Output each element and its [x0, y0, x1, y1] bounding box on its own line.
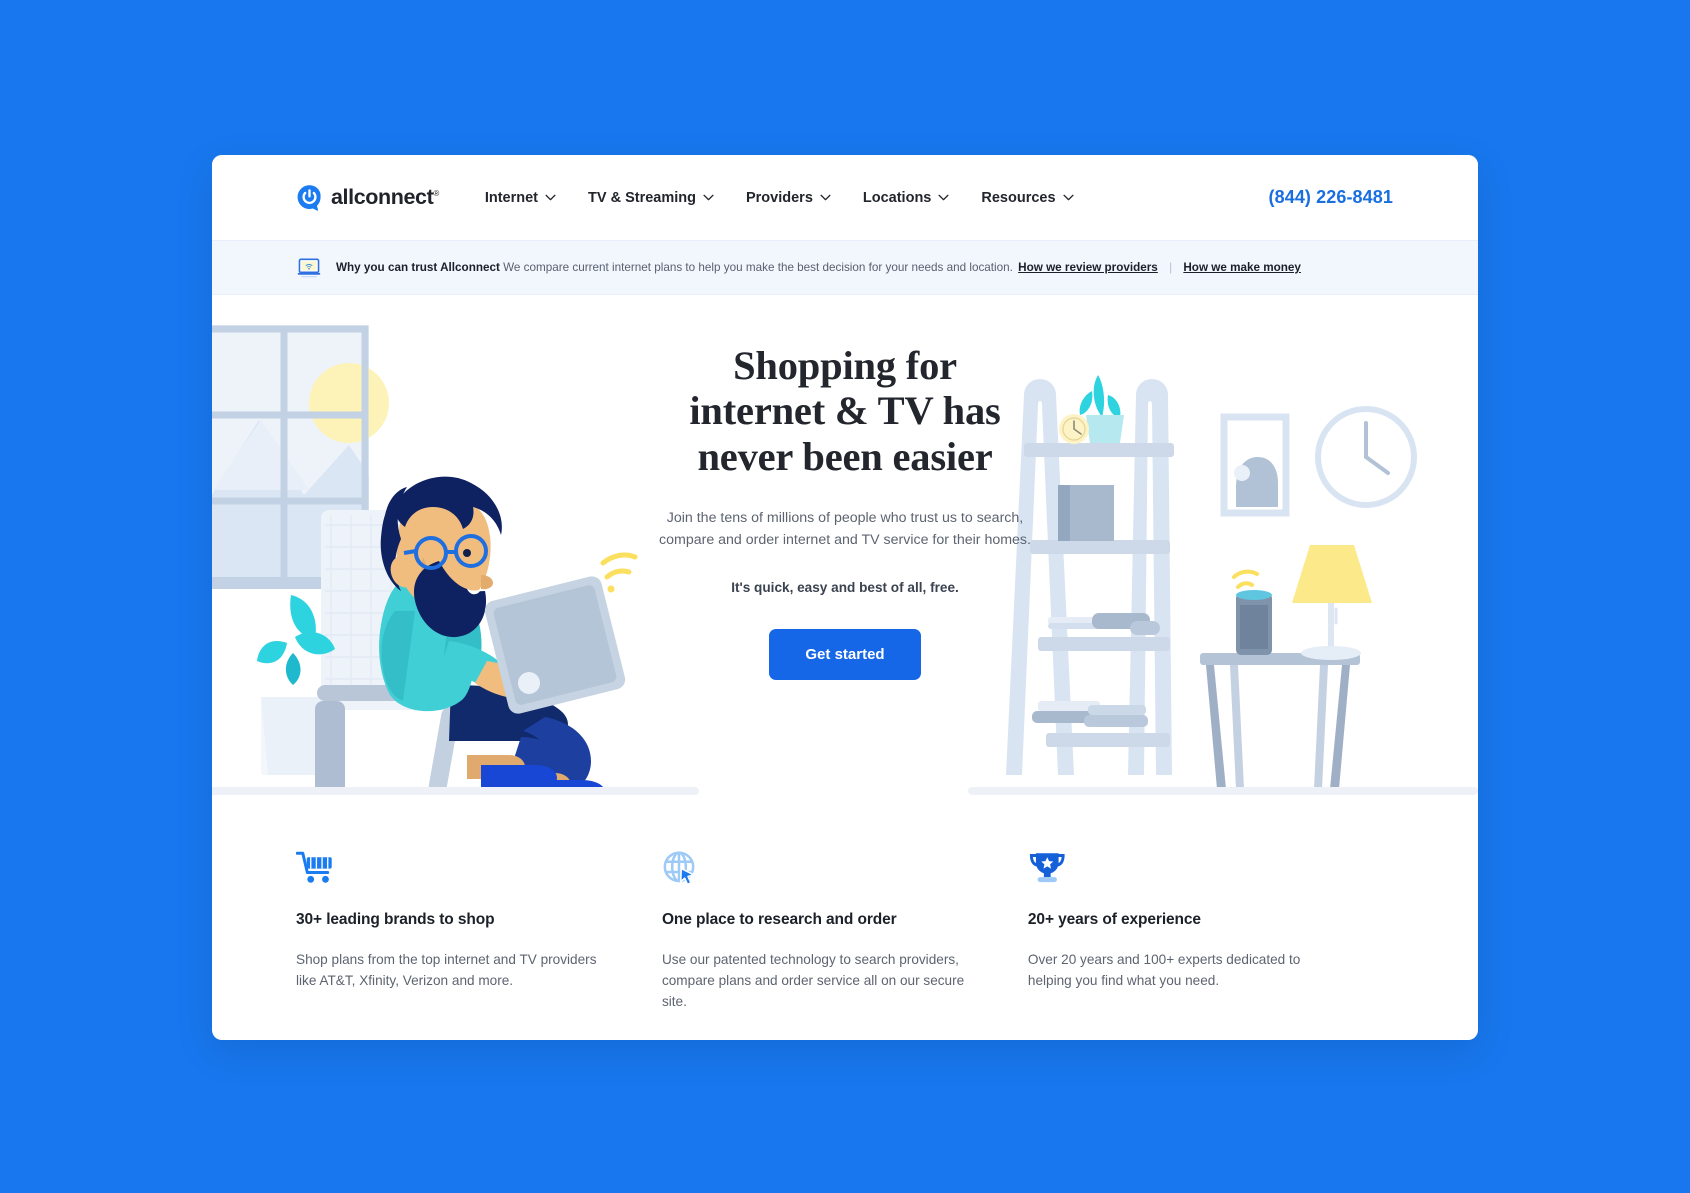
nav-item-locations[interactable]: Locations [847, 190, 965, 206]
side-table [1200, 653, 1360, 789]
trust-headline: Why you can trust Allconnect [336, 260, 500, 274]
features-section: 30+ leading brands to shop Shop plans fr… [212, 795, 1478, 1012]
hero-kicker: It's quick, easy and best of all, free. [731, 580, 959, 596]
smart-speaker [1232, 569, 1272, 655]
feature-title: 20+ years of experience [1027, 911, 1201, 928]
nav-label: Locations [862, 189, 932, 206]
get-started-button[interactable]: Get started [769, 629, 921, 681]
trophy-icon [1029, 853, 1065, 883]
hero-subtitle-line-2: compare and order internet and TV servic… [659, 532, 1031, 549]
globe-cursor-icon [663, 851, 695, 885]
how-we-review-providers-link[interactable]: How we review providers [1018, 261, 1158, 274]
main-navigation: Internet TV & Streaming Providers Locati… [469, 190, 1090, 206]
nav-item-resources[interactable]: Resources [965, 190, 1089, 206]
laptop-wifi-icon [297, 258, 321, 277]
hero-title-line-3: never been easier [697, 433, 993, 479]
chevron-down-icon [820, 194, 831, 201]
page-title: Shopping for internet & TV has never bee… [635, 343, 1055, 479]
chevron-down-icon [545, 194, 556, 201]
chevron-down-icon [938, 194, 949, 201]
hero-copy: Shopping for internet & TV has never bee… [635, 343, 1055, 681]
hero-section: Shopping for internet & TV has never bee… [212, 295, 1478, 795]
nav-label: Internet [484, 189, 539, 206]
feature-card-experience: 20+ years of experience Over 20 years an… [1028, 851, 1394, 1012]
chevron-down-icon [1062, 194, 1074, 201]
feature-description: Over 20 years and 100+ experts dedicated… [1027, 952, 1301, 989]
feature-description: Use our patented technology to search pr… [661, 952, 965, 1010]
hero-subtitle: Join the tens of millions of people who … [635, 507, 1055, 551]
feature-title: One place to research and order [661, 911, 897, 928]
logo[interactable]: allconnect® [296, 184, 439, 211]
feature-card-brands: 30+ leading brands to shop Shop plans fr… [296, 851, 662, 1012]
trust-banner: Why you can trust Allconnect We compare … [212, 240, 1478, 295]
nav-label: Resources [981, 189, 1056, 206]
table-lamp [1292, 545, 1372, 660]
shopping-cart-icon [296, 851, 332, 883]
nav-label: Providers [745, 189, 813, 206]
hero-title-line-2: internet & TV has [689, 388, 1001, 434]
feature-card-research: One place to research and order Use our … [662, 851, 1028, 1012]
page-card: allconnect® Internet TV & Streaming Prov… [212, 155, 1478, 1040]
phone-number-link[interactable]: (844) 226-8481 [1269, 187, 1394, 208]
shelf-clock [1059, 414, 1089, 444]
nav-label: TV & Streaming [588, 189, 696, 206]
feature-description: Shop plans from the top internet and TV … [296, 952, 597, 989]
trust-body: We compare current internet plans to hel… [503, 260, 1013, 274]
hero-illustration-left [212, 325, 699, 795]
nav-item-providers[interactable]: Providers [730, 190, 847, 206]
wall-clock [1315, 406, 1417, 508]
hero-title-line-1: Shopping for [733, 343, 957, 388]
how-we-make-money-link[interactable]: How we make money [1183, 261, 1301, 274]
feature-title: 30+ leading brands to shop [296, 911, 495, 928]
logo-text: allconnect® [331, 185, 439, 209]
nav-item-internet[interactable]: Internet [469, 190, 572, 206]
hero-subtitle-line-1: Join the tens of millions of people who … [666, 510, 1024, 527]
chevron-down-icon [703, 194, 714, 201]
trust-banner-text: Why you can trust Allconnect We compare … [336, 260, 1303, 276]
trust-link-separator: | [1169, 260, 1173, 274]
allconnect-logo-icon [297, 185, 321, 211]
framed-picture [1220, 413, 1290, 517]
nav-item-tv-streaming[interactable]: TV & Streaming [572, 190, 730, 206]
site-header: allconnect® Internet TV & Streaming Prov… [212, 155, 1478, 240]
